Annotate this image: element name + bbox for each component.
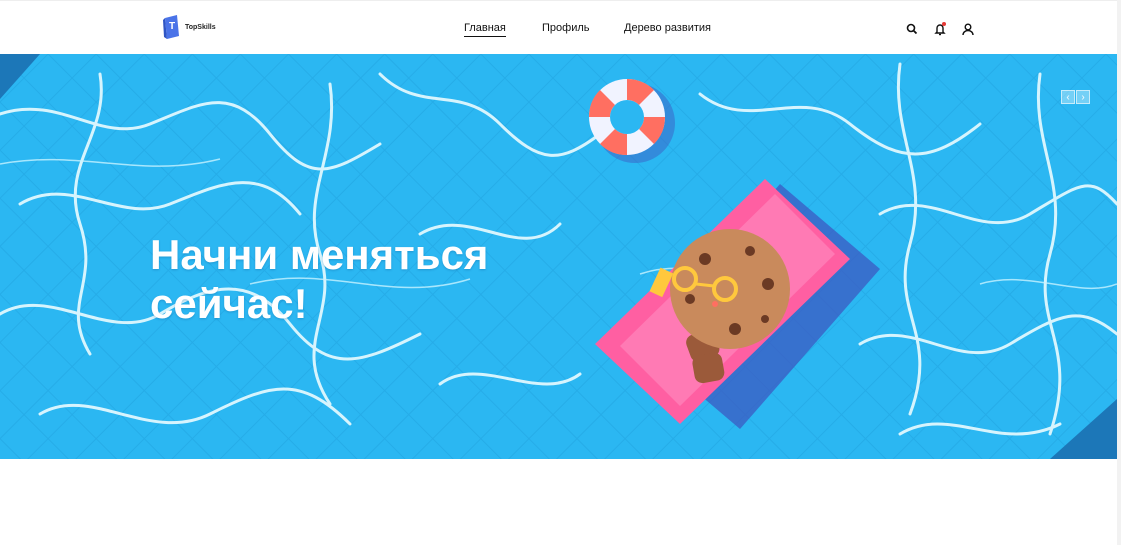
nav-item-home[interactable]: Главная xyxy=(464,22,506,37)
slider-next-button[interactable]: › xyxy=(1076,90,1090,104)
slider-controls: ‹ › xyxy=(1061,90,1090,104)
slider-prev-button[interactable]: ‹ xyxy=(1061,90,1075,104)
user-icon[interactable] xyxy=(960,21,976,37)
scrollbar-track[interactable] xyxy=(1117,0,1121,545)
bell-icon[interactable] xyxy=(932,21,948,37)
hero-banner: Начни меняться сейчас! ‹ › xyxy=(0,54,1117,459)
header-actions xyxy=(904,21,976,37)
search-icon[interactable] xyxy=(904,21,920,37)
nav-item-development-tree[interactable]: Дерево развития xyxy=(624,22,711,36)
hero-title-line-1: Начни меняться xyxy=(150,231,489,278)
hero-title-line-2: сейчас! xyxy=(150,280,308,327)
site-header: T TopSkills Главная Профиль Дерево разви… xyxy=(0,0,1121,54)
notification-dot xyxy=(942,22,946,26)
nav-item-profile[interactable]: Профиль xyxy=(542,22,590,36)
hero-title: Начни меняться сейчас! xyxy=(150,230,570,328)
